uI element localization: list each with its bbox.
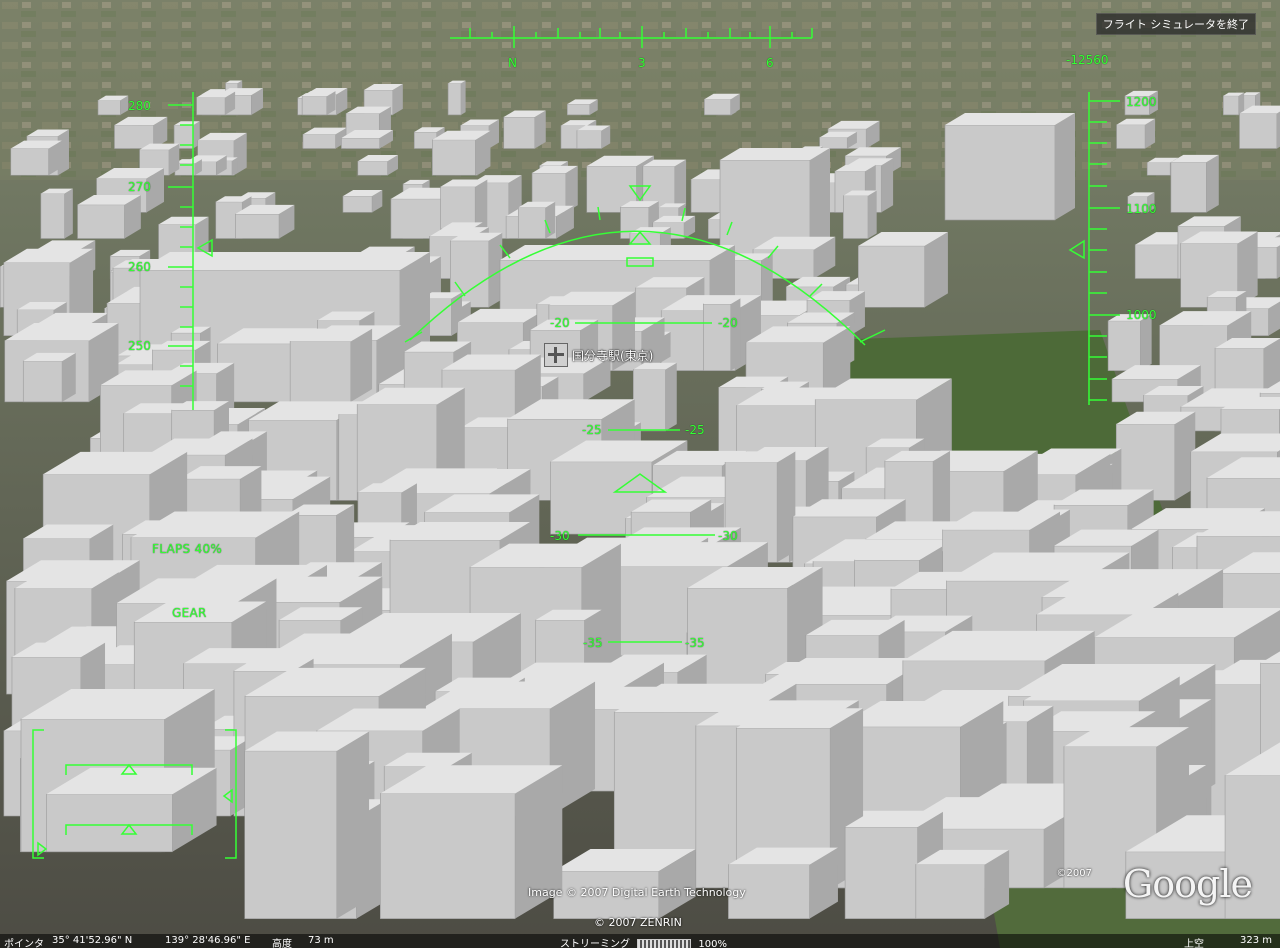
pitch-label: -25 (582, 423, 602, 437)
speed-tape (168, 92, 213, 410)
elevation-label: 高度 (272, 939, 292, 948)
google-logo: Google (1122, 862, 1253, 906)
heading-label-3: 3 (638, 56, 646, 70)
heading-label-n: N (508, 56, 517, 70)
gear-indicator: GEAR (172, 606, 207, 620)
altitude-tape (1068, 92, 1120, 405)
pointer-latitude: 35° 41'52.96" N (52, 935, 133, 946)
pitch-label: -25 (685, 423, 705, 437)
elevation-value: 73 m (308, 935, 334, 946)
heading-label-6: 6 (766, 56, 774, 70)
pointer-label: ポインタ (4, 939, 44, 948)
exit-flight-simulator-button[interactable]: フライト シミュレータを終了 (1095, 13, 1256, 35)
altitude-label: 1100 (1126, 202, 1157, 216)
speed-label: 270 (128, 180, 151, 194)
speed-label: 260 (128, 260, 151, 274)
streaming-label: ストリーミング (560, 939, 630, 948)
place-marker[interactable]: 国分寺駅(東京) (544, 343, 653, 367)
eye-altitude-value: 323 m (1240, 935, 1273, 946)
streaming-progress-bar (637, 939, 692, 948)
pointer-longitude: 139° 28'46.96" E (165, 935, 251, 946)
flaps-indicator: FLAPS 40% (152, 542, 223, 556)
hud-overlay (32, 26, 1120, 859)
altitude-label: 1200 (1126, 95, 1157, 109)
pitch-label: -20 (718, 316, 738, 330)
zenrin-credit: © 2007 ZENRIN (594, 916, 682, 929)
speed-label: 250 (128, 339, 151, 353)
pitch-label: -20 (550, 316, 570, 330)
status-bar: ポインタ 35° 41'52.96" N 139° 28'46.96" E 高度… (0, 934, 1280, 948)
streaming-percent: 100% (698, 939, 727, 948)
control-surface-box (32, 729, 237, 859)
streaming-status: ストリーミング 100% (560, 935, 727, 948)
eye-altitude-label: 上空 (1184, 939, 1204, 948)
heading-tape (450, 26, 813, 48)
place-name: 国分寺駅(東京) (572, 348, 654, 363)
pitch-ladder (575, 322, 715, 643)
imagery-credit: Image © 2007 Digital Earth Technology (528, 886, 746, 899)
vertical-speed-readout: -12560 (1066, 53, 1109, 67)
pitch-label: -35 (685, 636, 705, 650)
altitude-label: 1000 (1126, 308, 1157, 322)
pitch-label: -30 (718, 529, 738, 543)
bank-indicator (404, 185, 886, 346)
place-pin-icon (544, 343, 568, 367)
flight-sim-viewport[interactable]: N 3 6 -12560 280 270 260 250 1200 1100 1… (0, 0, 1280, 948)
speed-label: 280 (128, 99, 151, 113)
google-copyright: ©2007 (1056, 868, 1092, 879)
pitch-label: -30 (550, 529, 570, 543)
pitch-label: -35 (583, 636, 603, 650)
